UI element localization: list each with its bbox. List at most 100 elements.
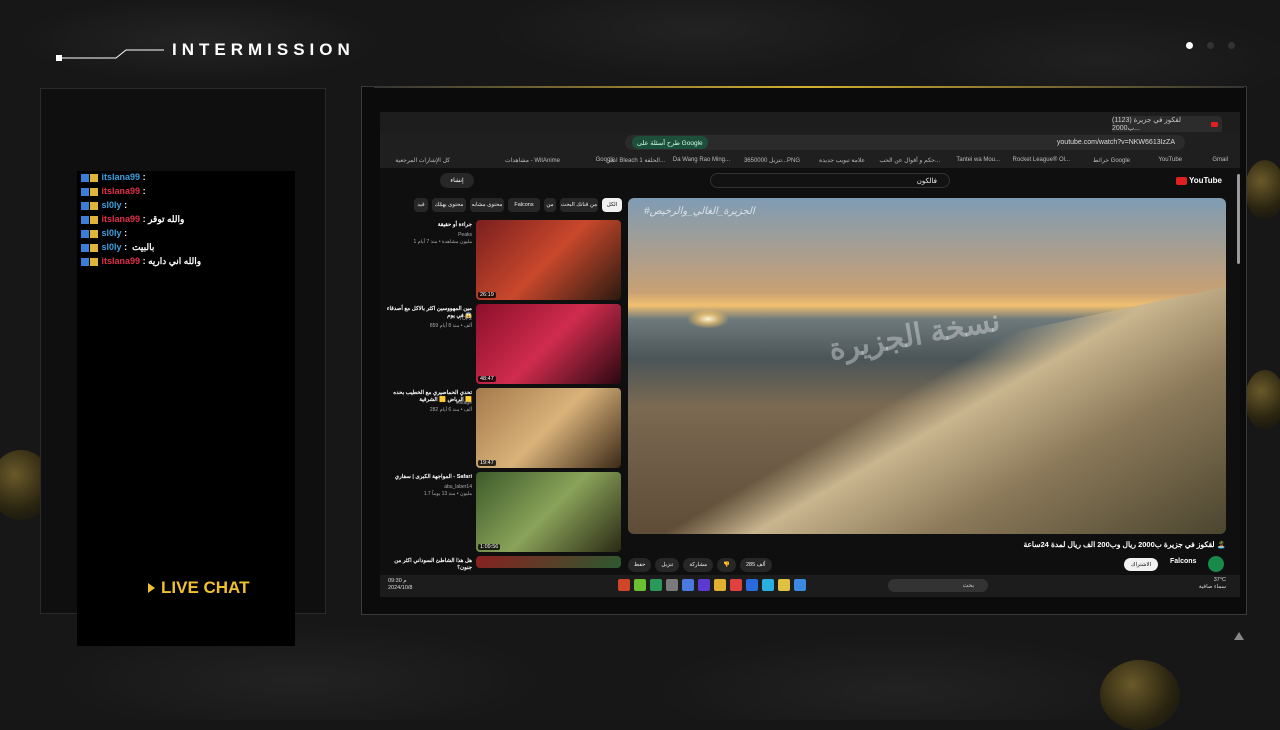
chip[interactable]: محتوى يهمّك: [432, 198, 466, 212]
badge-icon: [90, 215, 98, 224]
like-button[interactable]: 285 ألف: [739, 558, 772, 572]
video-thumbnail[interactable]: [476, 556, 621, 568]
app-icon[interactable]: [666, 579, 678, 591]
taskbar-apps: [618, 579, 806, 591]
app-icon[interactable]: [682, 579, 694, 591]
youtube-logo-text: YouTube: [1188, 176, 1222, 185]
badge-icon: [81, 257, 89, 266]
chat-username[interactable]: sl0ly: [102, 228, 122, 238]
taskbar-search[interactable]: بحث: [888, 579, 988, 592]
video-actions: حفظ تنزيل مشاركة 👎 285 ألف: [628, 558, 772, 572]
app-icon[interactable]: [762, 579, 774, 591]
dislike-button[interactable]: 👎: [717, 558, 736, 572]
chat-message: sl0ly : ‏‏‏‏‏‏‏‏‏‏‏‏‏‏‏‏‏‏‏‏‏‏‏‏‏‏‏‏‏‏‏‏…: [77, 227, 295, 241]
video-player[interactable]: #الجزيرة_الغالي_والرخيص نسخة الجزيرة: [628, 198, 1226, 534]
chip[interactable]: من: [544, 198, 556, 212]
bookmark-item[interactable]: Rocket League® Ol...: [1013, 157, 1070, 163]
chat-text: : ‏‏‏‏‏‏‏‏‏‏‏‏‏‏‏‏‏‏‏‏‏‏‏‏‏‏‏‏‏‏‏‏‏‏‏‏‏‏…: [124, 228, 130, 238]
chip[interactable]: Falcons: [508, 198, 540, 212]
search-value: فالكون: [916, 177, 937, 185]
video-thumbnail[interactable]: 48:47: [476, 304, 621, 384]
channel-avatar[interactable]: [1208, 556, 1224, 572]
chat-message: itslana99 : ‏‏‏‏‏‏‏‏‏‏‏‏‏‏‏‏‏‏‏‏‏‏‏‏‏‏‏‏…: [77, 255, 295, 269]
app-icon[interactable]: [698, 579, 710, 591]
app-icon[interactable]: [778, 579, 790, 591]
app-icon[interactable]: [714, 579, 726, 591]
bookmark-item[interactable]: Gmail: [1212, 157, 1228, 163]
video-thumbnail[interactable]: 1:09:56: [476, 472, 621, 552]
recommendation-meta: TOP2 859 ألف • منذ 8 أيام: [429, 316, 472, 329]
video-duration: 19:47: [478, 460, 496, 466]
recommendation-title: جراءة أو حقيقة: [437, 222, 472, 228]
chat-username[interactable]: itslana99: [102, 186, 141, 196]
recommendation-meta: Peaks 1 مليون مشاهدة • منذ 7 أيام: [413, 232, 472, 245]
youtube-header: YouTube فالكون إنشاء: [380, 168, 1240, 194]
bookmark-item[interactable]: حكم و أقوال عن الحب...: [879, 157, 940, 164]
app-icon[interactable]: [794, 579, 806, 591]
bookmark-item[interactable]: خرائط Google: [1093, 157, 1130, 164]
chat-username[interactable]: itslana99: [102, 256, 141, 266]
indicator-dot-active: [1186, 42, 1193, 49]
chat-message: sl0ly : بالبيت ‏‏‏‏‏‏‏‏‏‏‏‏‏‏‏‏‏‏‏‏‏‏‏‏‏…: [77, 241, 295, 255]
badge-icon: [81, 173, 89, 182]
chat-message: itslana99 : ‏‏‏‏‏‏‏‏‏‏‏‏‏‏‏‏‏‏‏‏‏‏‏‏‏‏‏‏…: [77, 171, 295, 185]
channel-name[interactable]: Falcons: [1170, 558, 1196, 565]
browser-tab[interactable]: (1123) لقكوز في جزيرة ب2000...: [1112, 116, 1222, 132]
download-button[interactable]: تنزيل: [655, 558, 680, 572]
bookmark-item[interactable]: Google: [596, 157, 615, 163]
chat-text: : ‏‏‏‏‏‏‏‏‏‏‏‏‏‏‏‏‏‏‏‏‏‏‏‏‏‏‏‏‏‏‏‏‏‏‏‏‏‏…: [142, 256, 204, 266]
bookmark-item[interactable]: علامة تبويب جديدة: [819, 157, 865, 164]
chat-username[interactable]: itslana99: [102, 172, 141, 182]
save-button[interactable]: حفظ: [628, 558, 652, 572]
chat-message: sl0ly : ‏‏‏‏‏‏‏‏‏‏‏‏‏‏‏‏‏‏‏‏‏‏‏‏‏‏‏‏‏‏‏‏…: [77, 199, 295, 213]
chat-panel: itslana99 : ‏‏‏‏‏‏‏‏‏‏‏‏‏‏‏‏‏‏‏‏‏‏‏‏‏‏‏‏…: [40, 88, 326, 646]
dragon-ball-decoration: [1245, 160, 1280, 220]
app-icon[interactable]: [650, 579, 662, 591]
recommendation-item[interactable]: 26:19 جراءة أو حقيقة Peaks 1 مليون مشاهدة…: [380, 220, 624, 302]
youtube-logo[interactable]: YouTube: [1175, 176, 1222, 185]
chat-username[interactable]: sl0ly: [102, 200, 122, 210]
taskbar-weather[interactable]: 37°C سماء صافية: [1199, 577, 1226, 591]
share-button[interactable]: مشاركة: [683, 558, 714, 572]
youtube-favicon-icon: [1211, 121, 1218, 127]
badge-icon: [81, 243, 89, 252]
bookmark-item[interactable]: كل الإشارات المرجعية: [395, 157, 450, 164]
app-icon[interactable]: [746, 579, 758, 591]
bookmark-item[interactable]: تنزيل 3650000...PNG: [744, 157, 800, 164]
bookmark-item[interactable]: Da Wang Rao Ming...: [673, 157, 730, 163]
indicator-dot: [1228, 42, 1235, 49]
bookmark-item[interactable]: مشاهدات - WitAnime: [505, 157, 560, 164]
bookmark-item[interactable]: YouTube: [1158, 157, 1182, 163]
recommendation-item[interactable]: 48:47 مين المهووسين اكثر بالاكل مع أصدقا…: [380, 304, 624, 386]
address-bar[interactable]: youtube.com/watch?v=NKW6613IzZA: [625, 135, 1185, 150]
search-input[interactable]: فالكون: [710, 173, 950, 188]
chip-all[interactable]: الكل: [602, 198, 622, 212]
chip[interactable]: محتوى مشابه: [470, 198, 504, 212]
dragon-ball-decoration: [1245, 370, 1280, 430]
app-icon[interactable]: [618, 579, 630, 591]
bookmarks-bar: Gmail YouTube خرائط Google Rocket League…: [380, 154, 1240, 168]
indicator-dot: [1207, 42, 1214, 49]
recommendation-item[interactable]: 1:09:56 المواجهة الكبرى | سفاري - Safari…: [380, 472, 624, 554]
chat-username[interactable]: sl0ly: [102, 242, 122, 252]
ask-google-button[interactable]: طرح أسئلة على Google: [632, 136, 708, 149]
recommendation-item[interactable]: 19:47 تحدي الحماصيري مع الخطيب بحده 🟨 ال…: [380, 388, 624, 470]
taskbar-clock[interactable]: 09:30 م 2024/10/8: [388, 578, 412, 592]
app-icon[interactable]: [730, 579, 742, 591]
badge-icon: [90, 201, 98, 210]
subscribe-button[interactable]: الاشتراك: [1124, 558, 1158, 571]
chip[interactable]: من قناتك البحث: [560, 198, 598, 212]
create-button[interactable]: إنشاء: [440, 173, 474, 188]
chat-username[interactable]: itslana99: [102, 214, 141, 224]
browser-scrollbar[interactable]: [1237, 174, 1240, 264]
video-thumbnail[interactable]: 19:47: [476, 388, 621, 468]
chat-message-list[interactable]: itslana99 : ‏‏‏‏‏‏‏‏‏‏‏‏‏‏‏‏‏‏‏‏‏‏‏‏‏‏‏‏…: [77, 171, 295, 646]
play-arrow-icon: [148, 583, 155, 593]
badge-icon: [90, 187, 98, 196]
video-thumbnail[interactable]: 26:19: [476, 220, 621, 300]
scroll-up-arrow-icon: [1234, 632, 1244, 640]
app-icon[interactable]: [634, 579, 646, 591]
bookmark-item[interactable]: Tantei wa Mou...: [956, 157, 1000, 163]
chip[interactable]: قيد: [414, 198, 428, 212]
badge-icon: [81, 215, 89, 224]
